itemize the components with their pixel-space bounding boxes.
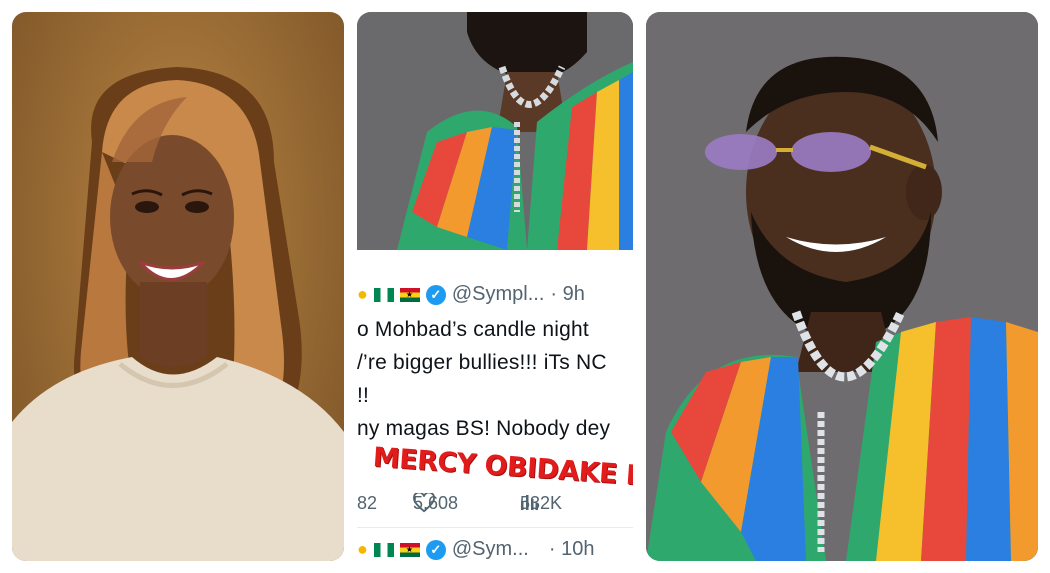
cropped-photo [357,12,633,250]
tweet-time-2: · 10h [548,538,595,560]
like-button[interactable]: 5,608 [413,493,458,513]
tweet-handle-2[interactable]: @Sym... [452,538,529,561]
verified-badge-icon: ✓ [425,284,446,305]
right-photo-panel [646,12,1038,561]
portrait-man-illustration [646,12,1038,561]
flag-nigeria-icon [373,542,394,557]
tweet-time: · 9h [550,283,585,305]
emoji-fragment: ● [357,539,368,559]
views-value: 532K [520,493,563,513]
tweet-divider [357,527,633,528]
tweet-line: /’re bigger bullies!!! iTs NC [357,351,607,374]
portrait-woman-illustration [12,67,344,561]
like-count: 5,608 [413,493,459,513]
tweet-header: ● ✓ @Sympl... · 9h [357,283,585,306]
left-photo-panel [12,12,344,561]
tweet-handle[interactable]: @Sympl... [452,283,545,306]
flag-nigeria-icon [373,287,394,302]
verified-badge-icon: ✓ [425,539,446,560]
reply-count-value: 82 [357,493,378,513]
cropped-man-photo-illustration [357,12,633,250]
tweet-header-2: ● ✓ @Sym... · 10h [357,538,594,561]
tweet-stats: 82 5,608 532K [357,493,633,519]
flag-ghana-icon [399,287,420,302]
flag-ghana-icon [399,542,420,557]
tweet-line: o Mohbad’s candle night [357,318,589,341]
tweet-line: ny magas BS! Nobody dey [357,417,611,440]
tweet-line: !! [357,384,370,407]
views-count[interactable]: 532K [520,493,562,513]
emoji-fragment: ● [357,284,368,304]
middle-tweet-panel: ● ✓ @Sympl... · 9h o Mohbad’s candle nig… [357,12,633,561]
